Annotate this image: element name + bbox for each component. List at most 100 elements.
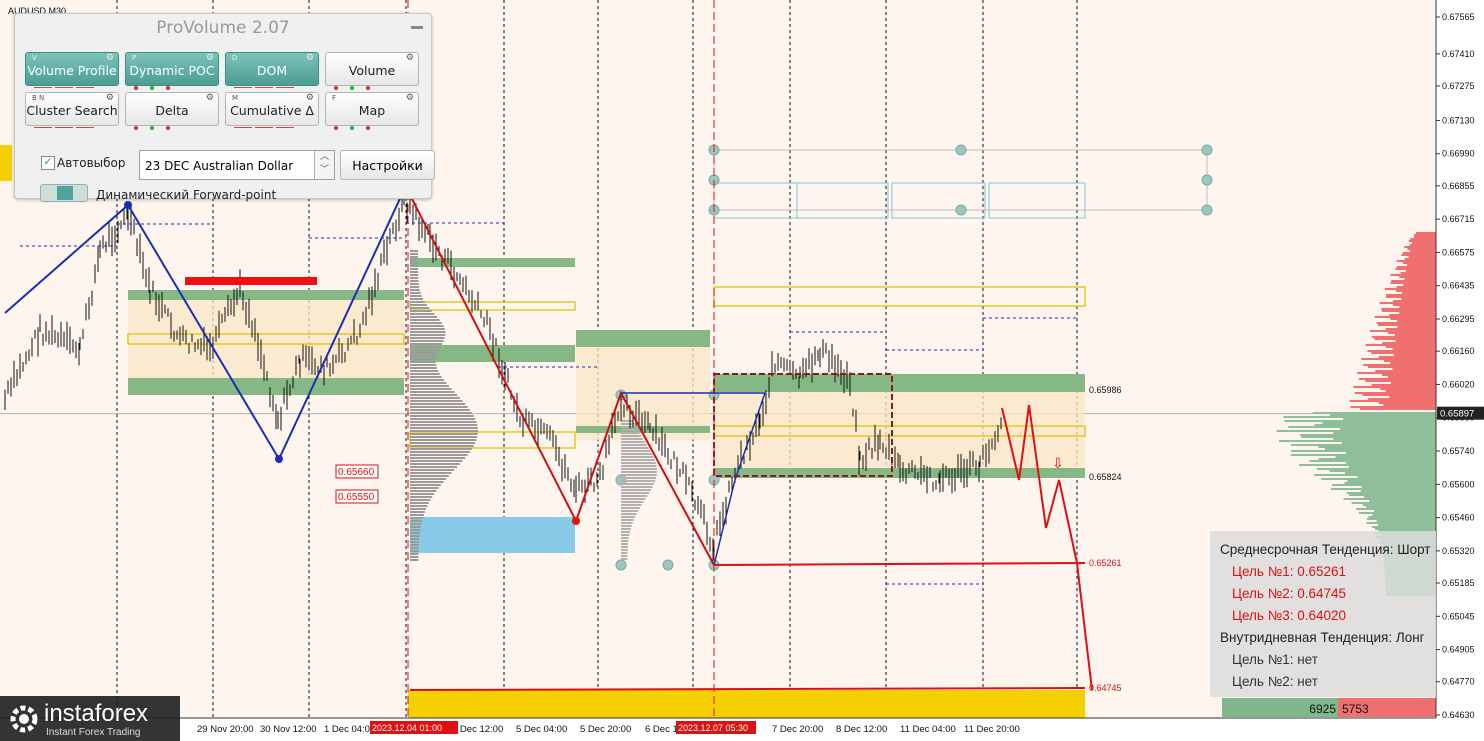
volume-profile-bar: [410, 520, 423, 522]
volume-profile-bar: [410, 463, 460, 465]
indicator-strip: [234, 119, 310, 128]
indicator-strip: [234, 79, 310, 88]
dom-bid-bar: [1358, 512, 1436, 514]
gear-icon[interactable]: ⚙: [206, 93, 214, 103]
dom-ask-bar: [1411, 242, 1436, 244]
volume-profile-bar: [621, 438, 643, 440]
dom-ask-bar: [1404, 278, 1436, 280]
volume-profile-bar: [410, 478, 447, 480]
pivot-point: [275, 455, 283, 463]
volume-profile-bar: [410, 256, 419, 258]
panel-button-cluster-search[interactable]: B N ⚙ Cluster Search: [25, 92, 119, 128]
dom-ask-bar: [1365, 344, 1436, 346]
indicator-strip: [334, 79, 410, 90]
dom-ask-bar: [1358, 378, 1436, 380]
dom-bid-bar: [1314, 424, 1436, 426]
volume-profile-bar: [410, 355, 437, 357]
panel-button-label: Volume: [348, 63, 396, 78]
volume-profile-bar: [410, 544, 419, 546]
gear-icon[interactable]: ⚙: [306, 53, 314, 63]
current-price-label: 0.65897: [1440, 409, 1474, 420]
anchor-point: [1201, 204, 1213, 216]
mid-target-1: Цель №1: 0.65261: [1232, 564, 1346, 579]
volume-profile-bar: [410, 340, 444, 342]
dom-ask-bar: [1408, 240, 1436, 242]
volume-profile-bar: [410, 430, 478, 432]
volume-profile-bar: [621, 444, 647, 446]
forward-point-toggle[interactable]: [40, 184, 88, 202]
volume-profile-bar: [621, 525, 632, 527]
panel-button-volume-profile[interactable]: V ⚙ Volume Profile: [25, 52, 119, 88]
dom-ask-bar: [1399, 306, 1436, 308]
intraday-target-1: Цель №1: нет: [1232, 652, 1318, 667]
dom-ask-bar: [1407, 248, 1436, 250]
volume-profile-bar: [410, 514, 424, 516]
gear-icon[interactable]: ⚙: [106, 93, 114, 103]
gear-icon[interactable]: ⚙: [106, 53, 114, 63]
volume-profile-bar: [410, 319, 440, 321]
volume-profile-bar: [410, 376, 442, 378]
dom-ask-bar: [1393, 354, 1436, 356]
dom-ask-bar: [1410, 238, 1436, 240]
dom-bid-bar: [1364, 496, 1436, 498]
panel-button-map[interactable]: F ⚙ Map: [325, 92, 419, 130]
volume-profile-bar: [621, 483, 654, 485]
dom-ask-bar: [1368, 366, 1436, 368]
panel-button-volume[interactable]: ⚙ Volume: [325, 52, 419, 90]
dom-ask-bar: [1380, 388, 1436, 390]
dom-ask-bar: [1395, 290, 1436, 292]
volume-profile-bar: [621, 534, 630, 536]
provolume-panel[interactable]: ProVolume 2.07 V ⚙ Volume Profile P ⚙ Dynamic…: [14, 13, 435, 202]
gear-icon[interactable]: ⚙: [406, 53, 414, 63]
dom-bid-bar: [1346, 462, 1436, 464]
dom-ask-bar: [1389, 314, 1436, 316]
volume-profile-bar: [621, 537, 629, 539]
spinner-icon[interactable]: ︿ ﹀: [314, 151, 334, 179]
volume-profile-bar: [621, 474, 657, 476]
minimize-icon[interactable]: [411, 26, 423, 29]
volume-profile-bar: [410, 346, 441, 348]
price-tick-label: 0.67275: [1442, 81, 1475, 91]
panel-button-cumulative[interactable]: M ⚙ Cumulative Δ: [225, 92, 319, 128]
price-tick-label: 0.66160: [1442, 346, 1475, 356]
volume-profile-bar: [410, 328, 445, 330]
panel-button-delta[interactable]: ⚙ Delta: [125, 92, 219, 130]
dom-bid-bar: [1318, 458, 1436, 460]
gear-icon[interactable]: ⚙: [206, 53, 214, 63]
panel-button-dynamic-poc[interactable]: P ⚙ Dynamic POC: [125, 52, 219, 90]
volume-profile-bar: [621, 435, 641, 437]
dom-ask-bar: [1401, 292, 1436, 294]
level-label: 0.65660: [338, 467, 375, 478]
dom-ask-bar: [1374, 316, 1436, 318]
panel-button-label: Volume Profile: [27, 63, 117, 78]
contract-select[interactable]: 23 DEC Australian Dollar ︿ ﹀: [139, 150, 335, 180]
volume-profile-bar: [410, 487, 439, 489]
gear-icon[interactable]: ⚙: [306, 93, 314, 103]
volume-profile-bar: [410, 265, 419, 267]
dom-bid-bar: [1312, 412, 1436, 414]
panel-button-dom[interactable]: D ⚙ DOM: [225, 52, 319, 88]
dom-ask-bar: [1416, 232, 1436, 234]
price-tick-label: 0.65045: [1442, 611, 1475, 621]
volume-profile-bar: [410, 397, 460, 399]
dom-ask-bar: [1368, 398, 1436, 400]
panel-button-label: Cumulative Δ: [230, 103, 314, 118]
level-label: 0.65550: [338, 492, 375, 503]
volume-profile-bar: [410, 508, 427, 510]
volume-profile-bar: [621, 456, 654, 458]
gear-icon[interactable]: ⚙: [406, 93, 414, 103]
down-arrow-icon: ⇩: [1052, 456, 1064, 472]
dom-bid-bar: [1347, 480, 1436, 482]
volume-profile-bar: [410, 559, 419, 561]
forward-point-label: Динамический Forward-point: [96, 188, 277, 202]
volume-profile-bar: [410, 388, 452, 390]
dom-ask-bar: [1357, 372, 1436, 374]
settings-button[interactable]: Настройки: [340, 150, 435, 180]
dom-bid-bar: [1348, 466, 1436, 468]
auto-select-checkbox[interactable]: ✓: [41, 156, 55, 170]
time-tick-label: 7 Dec 20:00: [772, 724, 823, 735]
volume-profile-bar: [621, 540, 629, 542]
dom-bid-bar: [1299, 464, 1436, 466]
dom-ask-bar: [1402, 262, 1436, 264]
dom-ask-bar: [1381, 310, 1436, 312]
